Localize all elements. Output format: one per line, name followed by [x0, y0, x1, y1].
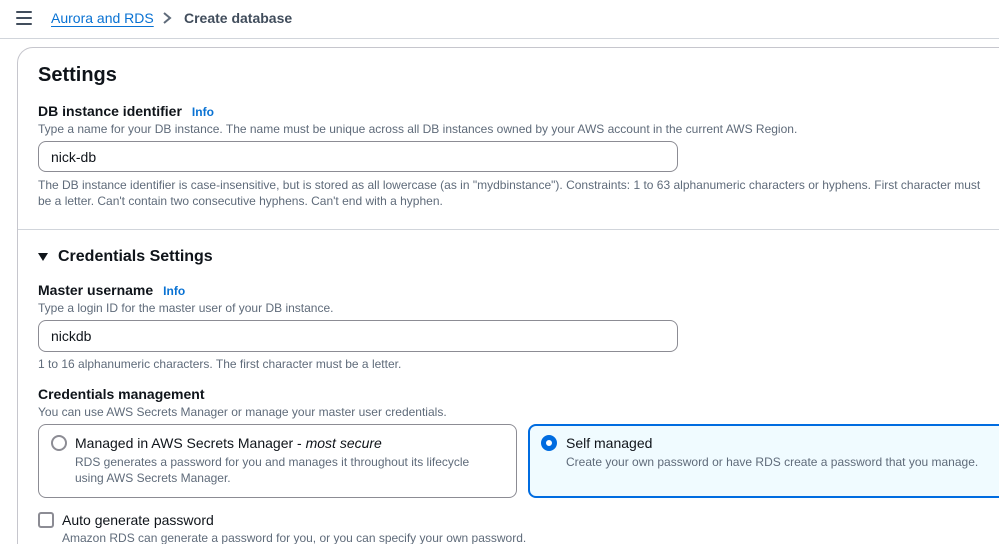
master-username-label: Master username Info	[38, 282, 185, 298]
db-instance-identifier-input[interactable]	[38, 141, 678, 172]
chevron-right-icon	[161, 8, 173, 28]
option-self-managed-description: Create your own password or have RDS cre…	[566, 455, 979, 469]
credentials-settings-heading: Credentials Settings	[58, 248, 213, 265]
db-instance-identifier-constraint-line2: be a letter. Can't contain two consecuti…	[38, 194, 443, 208]
top-bar: Aurora and RDS Create database	[0, 0, 999, 39]
master-username-label-text: Master username	[38, 282, 154, 298]
radio-managed-in-secrets-manager[interactable]	[51, 435, 67, 451]
option-self-managed[interactable]: Self managed Create your own password or…	[528, 424, 999, 498]
option-self-managed-title: Self managed	[566, 435, 653, 451]
auto-generate-password-label[interactable]: Auto generate password	[62, 512, 214, 528]
credentials-settings-toggle[interactable]: Credentials Settings	[38, 248, 213, 266]
breadcrumb-current-page: Create database	[184, 10, 293, 26]
option-managed-title-text: Managed in AWS Secrets Manager -	[75, 435, 306, 451]
auto-generate-password-checkbox[interactable]	[38, 512, 54, 528]
section-divider	[18, 229, 999, 230]
hamburger-menu-icon[interactable]	[16, 11, 32, 25]
option-managed-in-secrets-manager[interactable]: Managed in AWS Secrets Manager - most se…	[38, 424, 517, 498]
master-username-input[interactable]	[38, 320, 678, 352]
db-instance-identifier-description: Type a name for your DB instance. The na…	[38, 122, 798, 136]
db-instance-identifier-label: DB instance identifier Info	[38, 103, 214, 119]
master-username-info-link[interactable]: Info	[163, 284, 185, 298]
radio-self-managed[interactable]	[541, 435, 557, 451]
db-instance-identifier-constraint-line1: The DB instance identifier is case-insen…	[38, 178, 981, 192]
breadcrumb-aurora-and-rds-link[interactable]: Aurora and RDS	[51, 10, 154, 26]
option-managed-description-line2: using AWS Secrets Manager.	[75, 471, 231, 485]
option-managed-description-line1: RDS generates a password for you and man…	[75, 455, 470, 469]
credentials-management-label: Credentials management	[38, 386, 205, 402]
master-username-constraint: 1 to 16 alphanumeric characters. The fir…	[38, 357, 402, 371]
settings-heading: Settings	[38, 64, 117, 86]
db-instance-identifier-label-text: DB instance identifier	[38, 103, 182, 119]
db-instance-identifier-info-link[interactable]: Info	[192, 105, 214, 119]
option-managed-title: Managed in AWS Secrets Manager - most se…	[75, 435, 382, 451]
master-username-description: Type a login ID for the master user of y…	[38, 301, 334, 315]
caret-down-icon	[38, 253, 48, 261]
option-managed-title-emphasis: most secure	[305, 435, 382, 451]
credentials-management-description: You can use AWS Secrets Manager or manag…	[38, 405, 447, 419]
auto-generate-password-description: Amazon RDS can generate a password for y…	[62, 531, 527, 544]
